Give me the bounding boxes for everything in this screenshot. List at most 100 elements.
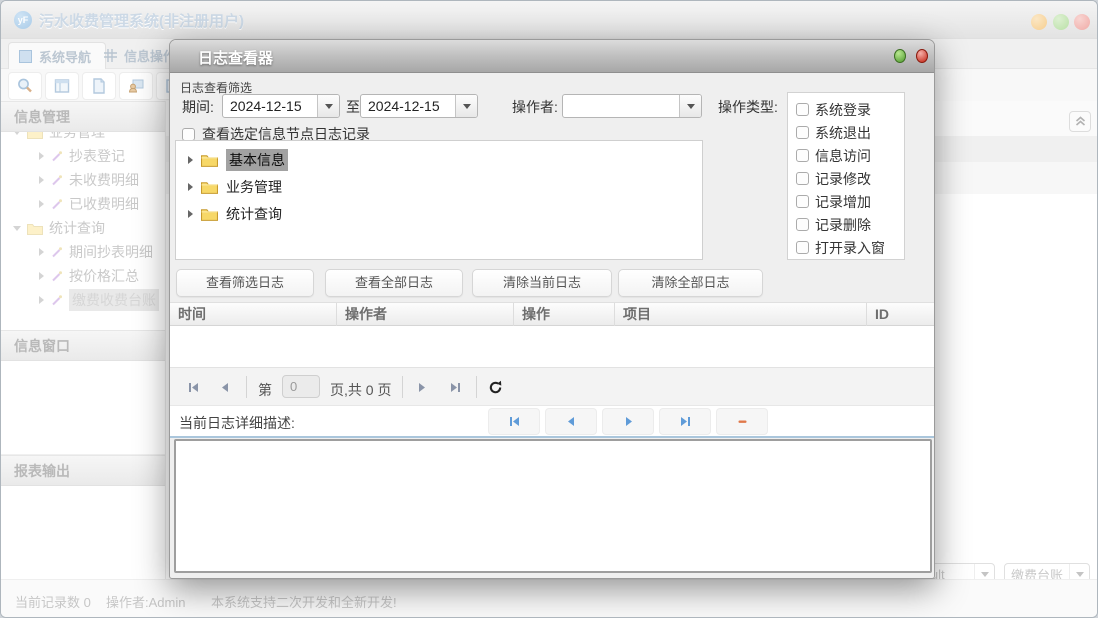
tree-item-label: 按价格汇总 xyxy=(69,268,139,284)
tree-collapsed-icon xyxy=(188,209,193,218)
sidebar-tree: 业务管理 抄表登记 未收费明细 已收费明细 统计查询 期间抄表明细 按价格汇总 … xyxy=(1,132,165,330)
tree-item-label: 未收费明细 xyxy=(69,172,139,188)
log-viewer-dialog: 日志查看器 日志查看筛选 期间: 2024-12-15 至 2024-12-15… xyxy=(169,39,935,579)
dialog-tree-item-business-mgmt[interactable]: 业务管理 xyxy=(188,173,702,200)
tree-item-business-mgmt[interactable]: 业务管理 xyxy=(1,132,165,144)
records-button[interactable] xyxy=(45,72,79,100)
refresh-button[interactable] xyxy=(484,376,506,398)
detail-toolbar: 当前日志详细描述: xyxy=(170,406,934,438)
document-button[interactable] xyxy=(82,72,116,100)
checkbox-open-entry-window[interactable]: 打开录入窗 xyxy=(796,236,904,259)
info-window-panel xyxy=(1,361,165,455)
tree-item-paid-detail[interactable]: 已收费明细 xyxy=(1,192,165,216)
page-prefix-label: 第 xyxy=(258,382,272,398)
checkbox-icon[interactable] xyxy=(796,149,809,162)
tab-label: 系统导航 xyxy=(39,49,92,65)
checkbox-icon[interactable] xyxy=(796,218,809,231)
tree-item-period-reading[interactable]: 期间抄表明细 xyxy=(1,240,165,264)
date-from-value: 2024-12-15 xyxy=(230,98,302,114)
search-icon xyxy=(18,78,32,93)
tree-item-price-summary[interactable]: 按价格汇总 xyxy=(1,264,165,288)
record-next-button[interactable] xyxy=(602,408,654,435)
checkbox-icon[interactable] xyxy=(796,241,809,254)
column-header-time[interactable]: 时间 xyxy=(170,303,337,326)
status-message: 本系统支持二次开发和全新开发! xyxy=(211,595,397,610)
chevron-down-icon[interactable] xyxy=(679,95,701,117)
tree-item-label: 统计查询 xyxy=(49,220,105,236)
search-button[interactable] xyxy=(8,72,42,100)
tree-collapsed-icon xyxy=(188,182,193,191)
sidebar-header-info-window[interactable]: 信息窗口 xyxy=(1,330,165,361)
dialog-titlebar[interactable]: 日志查看器 xyxy=(170,40,934,73)
collapse-panel-button[interactable] xyxy=(1069,111,1091,132)
date-to-combo[interactable]: 2024-12-15 xyxy=(360,94,478,118)
column-header-operation[interactable]: 操作 xyxy=(514,303,615,326)
prev-page-button[interactable] xyxy=(214,376,236,398)
wand-icon xyxy=(52,198,62,209)
log-table-body xyxy=(170,326,934,367)
checkbox-info-access[interactable]: 信息访问 xyxy=(796,144,904,167)
dialog-title: 日志查看器 xyxy=(198,50,274,67)
column-header-project[interactable]: 项目 xyxy=(615,303,867,326)
record-delete-button[interactable] xyxy=(716,408,768,435)
checkbox-icon[interactable] xyxy=(796,195,809,208)
maximize-button[interactable] xyxy=(1053,14,1069,30)
user-window-button[interactable] xyxy=(119,72,153,100)
minimize-button[interactable] xyxy=(1031,14,1047,30)
close-button[interactable] xyxy=(1074,14,1090,30)
dialog-tree-item-stats-query[interactable]: 统计查询 xyxy=(188,200,702,227)
tree-item-stats-query[interactable]: 统计查询 xyxy=(1,216,165,240)
checkbox-icon[interactable] xyxy=(796,172,809,185)
dialog-tree-item-basic-info[interactable]: 基本信息 xyxy=(188,146,702,173)
tree-item-unpaid-detail[interactable]: 未收费明细 xyxy=(1,168,165,192)
last-page-icon xyxy=(450,382,460,392)
checkbox-label: 记录删除 xyxy=(815,216,871,233)
checkbox-record-modify[interactable]: 记录修改 xyxy=(796,167,904,190)
date-from-combo[interactable]: 2024-12-15 xyxy=(222,94,340,118)
folder-open-icon xyxy=(27,223,43,235)
checkbox-icon[interactable] xyxy=(796,103,809,116)
sidebar-header-report-output[interactable]: 报表输出 xyxy=(1,455,165,486)
operator-combo[interactable] xyxy=(562,94,702,118)
wand-icon xyxy=(52,294,62,305)
record-first-icon xyxy=(509,417,519,426)
next-page-button[interactable] xyxy=(410,376,432,398)
checkbox-icon[interactable] xyxy=(182,127,195,141)
last-page-button[interactable] xyxy=(444,376,466,398)
column-header-operator[interactable]: 操作者 xyxy=(337,303,514,326)
tree-collapsed-icon xyxy=(188,155,193,164)
clear-all-logs-button[interactable]: 清除全部日志 xyxy=(618,269,763,297)
app-logo-icon: yF xyxy=(14,11,32,29)
tree-item-meter-reading[interactable]: 抄表登记 xyxy=(1,144,165,168)
view-filtered-logs-button[interactable]: 查看筛选日志 xyxy=(176,269,314,297)
log-detail-textarea[interactable] xyxy=(174,439,932,573)
checkbox-record-delete[interactable]: 记录删除 xyxy=(796,213,904,236)
tree-item-payment-ledger[interactable]: 缴费收费台账 xyxy=(1,288,165,312)
column-header-id[interactable]: ID xyxy=(867,303,934,326)
record-first-button[interactable] xyxy=(488,408,540,435)
op-type-panel: 系统登录 系统退出 信息访问 记录修改 记录增加 记录删除 打开录入窗 xyxy=(787,92,905,260)
view-all-logs-button[interactable]: 查看全部日志 xyxy=(325,269,463,297)
checkbox-system-logout[interactable]: 系统退出 xyxy=(796,121,904,144)
clear-current-logs-button[interactable]: 清除当前日志 xyxy=(472,269,612,297)
tab-system-nav[interactable]: 系统导航 xyxy=(8,42,107,69)
checkbox-system-login[interactable]: 系统登录 xyxy=(796,98,904,121)
tree-expanded-icon xyxy=(13,225,21,231)
checkbox-icon[interactable] xyxy=(796,126,809,139)
dialog-close-button[interactable] xyxy=(916,49,928,63)
report-output-panel xyxy=(1,486,165,580)
checkbox-record-add[interactable]: 记录增加 xyxy=(796,190,904,213)
dialog-maximize-button[interactable] xyxy=(894,49,906,63)
first-page-button[interactable] xyxy=(182,376,204,398)
chevron-down-icon[interactable] xyxy=(317,95,339,117)
record-last-button[interactable] xyxy=(659,408,711,435)
record-prev-button[interactable] xyxy=(545,408,597,435)
wand-icon xyxy=(52,150,62,161)
dialog-tree-label: 业务管理 xyxy=(226,178,282,195)
checkbox-label: 记录修改 xyxy=(815,170,871,187)
chevron-down-icon[interactable] xyxy=(455,95,477,117)
page-number-input[interactable] xyxy=(282,375,320,398)
tree-collapsed-icon xyxy=(39,272,44,280)
sidebar-header-info-mgmt[interactable]: 信息管理 xyxy=(1,101,165,132)
detail-label: 当前日志详细描述: xyxy=(179,415,295,431)
